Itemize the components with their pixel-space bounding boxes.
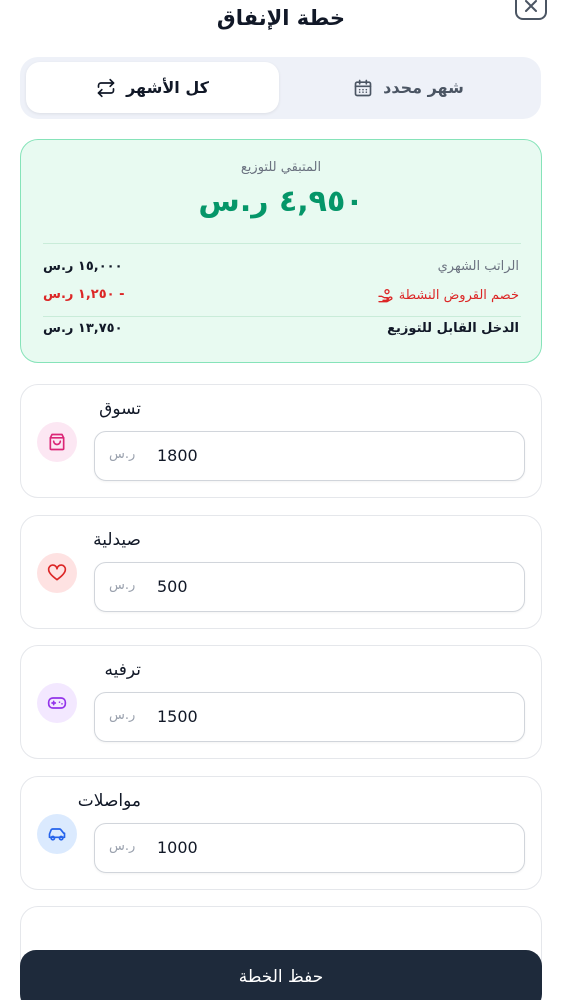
category-icon-badge	[37, 553, 77, 593]
close-button[interactable]	[515, 0, 547, 20]
shopping-bag-icon	[49, 433, 65, 451]
distributable-income-value: ١٣,٧٥٠ ر.س	[43, 321, 123, 336]
gamepad-icon	[47, 697, 67, 709]
car-icon	[48, 828, 66, 841]
amount-value: 500	[157, 577, 188, 596]
header: خطة الإنفاق	[0, 0, 562, 44]
amount-value: 1500	[157, 707, 198, 726]
category-amount-input[interactable]: 1500 ر.س	[94, 692, 525, 742]
category-icon-badge	[37, 422, 77, 462]
category-amount-input[interactable]: 500 ر.س	[94, 562, 525, 612]
tab-label: شهر محدد	[383, 78, 464, 97]
tab-label: كل الأشهر	[126, 78, 209, 97]
tab-all-months[interactable]: كل الأشهر	[26, 62, 279, 113]
category-card-transport: مواصلات 1000 ر.س	[20, 776, 542, 890]
amount-value: 1000	[157, 838, 198, 857]
close-icon	[525, 0, 537, 12]
distribution-summary-card: المتبقي للتوزيع ٤,٩٥٠ ر.س الراتب الشهري …	[20, 139, 542, 363]
amount-value: 1800	[157, 446, 198, 465]
hand-coins-icon	[378, 289, 393, 303]
distributable-income-label: الدخل القابل للتوزيع	[387, 321, 519, 336]
category-icon-badge	[37, 683, 77, 723]
category-amount-input[interactable]: 1000 ر.س	[94, 823, 525, 873]
heart-icon	[47, 564, 67, 581]
category-card-pharmacy: صيدلية 500 ر.س	[20, 515, 542, 629]
category-amount-input[interactable]: 1800 ر.س	[94, 431, 525, 481]
category-name: تسوق	[99, 399, 141, 419]
remaining-label: المتبقي للتوزيع	[240, 160, 322, 175]
loans-deduction-value: - ١,٢٥٠ ر.س	[43, 287, 125, 302]
save-plan-button[interactable]: حفظ الخطة	[20, 950, 542, 1000]
loans-deduction-row: خصم القروض النشطة	[377, 287, 519, 303]
loans-deduction-label: خصم القروض النشطة	[398, 287, 519, 303]
currency-unit: ر.س	[109, 447, 136, 462]
currency-unit: ر.س	[109, 708, 136, 723]
currency-unit: ر.س	[109, 578, 136, 593]
remaining-amount: ٤,٩٥٠ ر.س	[198, 184, 364, 219]
salary-label: الراتب الشهري	[437, 259, 519, 274]
repeat-icon	[97, 78, 115, 97]
category-icon-badge	[37, 814, 77, 854]
page-title: خطة الإنفاق	[216, 6, 346, 30]
period-segmented-control: كل الأشهر شهر محدد	[20, 57, 541, 119]
category-name: ترفيه	[104, 660, 141, 680]
category-card-shopping: تسوق 1800 ر.س	[20, 384, 542, 498]
category-card-entertainment: ترفيه 1500 ر.س	[20, 645, 542, 759]
divider	[43, 243, 521, 244]
currency-unit: ر.س	[109, 839, 136, 854]
salary-value: ١٥,٠٠٠ ر.س	[43, 259, 123, 274]
category-name: مواصلات	[77, 791, 141, 811]
category-name: صيدلية	[93, 530, 141, 550]
divider	[43, 316, 521, 317]
tab-specific-month[interactable]: شهر محدد	[282, 62, 535, 113]
calendar-icon	[354, 79, 372, 96]
